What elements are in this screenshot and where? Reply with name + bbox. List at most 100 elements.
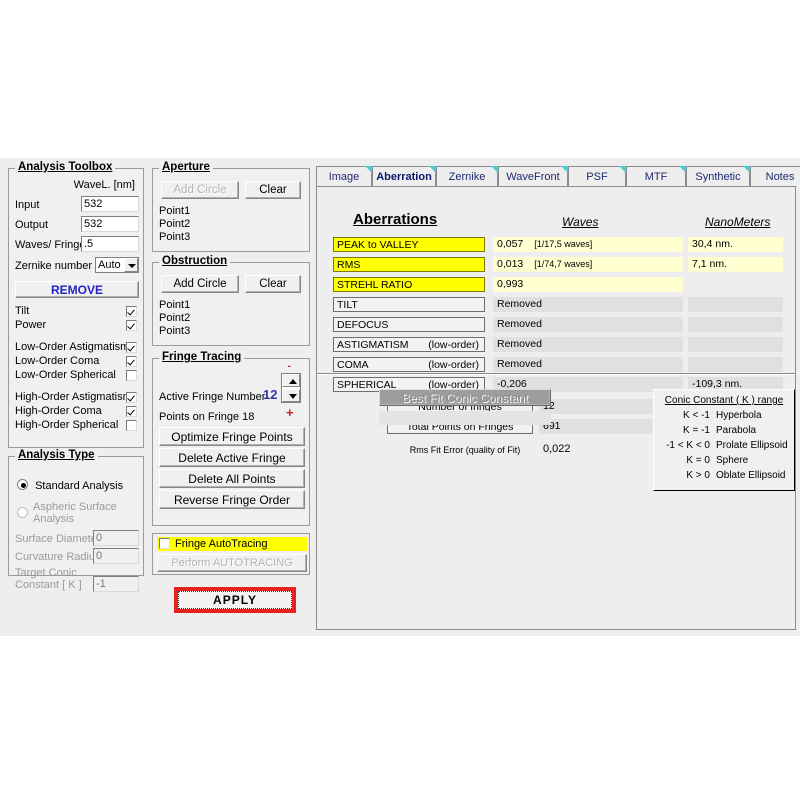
tab-synthetic[interactable]: Synthetic	[686, 166, 750, 187]
tab-marker-icon	[365, 166, 372, 173]
fringe-plus-marker[interactable]: +	[286, 405, 294, 420]
best-fit-conic-constant-button[interactable]: Best Fit Conic Constant	[379, 389, 551, 406]
triangle-up-icon	[289, 379, 297, 384]
tab-notes[interactable]: Notes	[750, 166, 800, 187]
aberrations-title: Aberrations	[353, 211, 437, 228]
aperture-point-item[interactable]: Point2	[159, 218, 190, 230]
tab-label: PSF	[586, 171, 607, 183]
reverse-fringe-order-button[interactable]: Reverse Fringe Order	[159, 490, 305, 509]
conic-k-range: -1 < K < 0	[654, 440, 716, 451]
analysis-type-legend: Analysis Type	[15, 449, 98, 461]
remove-button[interactable]: REMOVE	[15, 281, 139, 298]
tab-mtf[interactable]: MTF	[626, 166, 686, 187]
radio-icon[interactable]	[17, 507, 28, 518]
term-checkbox[interactable]	[126, 306, 137, 317]
chevron-down-icon[interactable]	[124, 258, 138, 272]
tab-psf[interactable]: PSF	[568, 166, 626, 187]
tab-label: Image	[329, 171, 360, 183]
waves-per-fringe-field[interactable]: .5	[81, 236, 139, 252]
apply-button[interactable]: APPLY	[178, 591, 292, 609]
term-label: Tilt	[15, 305, 29, 317]
row-nm-cell: 30,4 nm.	[688, 237, 783, 252]
curvature-radius-field[interactable]: 0	[93, 548, 139, 564]
term-row[interactable]: Tilt	[15, 305, 139, 319]
term-label: Low-Order Spherical	[15, 369, 116, 381]
row-nm-cell	[688, 337, 783, 352]
row-waves-value: Removed	[497, 338, 542, 350]
radio-aspheric-label-line2: Analysis	[33, 513, 74, 525]
tab-zernike[interactable]: Zernike	[436, 166, 498, 187]
table-row: PEAK to VALLEY 0,057 [1/17,5 waves] 30,4…	[333, 237, 785, 257]
term-checkbox[interactable]	[126, 342, 137, 353]
term-row[interactable]: Power	[15, 319, 139, 333]
term-checkbox[interactable]	[126, 406, 137, 417]
term-row[interactable]: High-Order Spherical	[15, 419, 139, 433]
aperture-add-circle-button[interactable]: Add Circle	[161, 181, 239, 199]
optimize-fringe-points-button[interactable]: Optimize Fringe Points	[159, 427, 305, 446]
term-row[interactable]: Low-Order Astigmatism	[15, 341, 139, 355]
tab-image[interactable]: Image	[316, 166, 372, 187]
row-waves-cell: 0,993	[493, 277, 683, 292]
conic-shape-name: Parabola	[716, 425, 756, 436]
term-checkbox[interactable]	[126, 420, 137, 431]
conic-shape-name: Hyperbola	[716, 410, 762, 421]
surface-diameter-field[interactable]: 0	[93, 530, 139, 546]
obstruction-point-item[interactable]: Point3	[159, 325, 190, 337]
aperture-clear-button[interactable]: Clear	[245, 181, 301, 199]
row-waves-value: 0,013	[497, 258, 523, 270]
rms-fit-error-label: Rms Fit Error (quality of Fit)	[395, 445, 535, 455]
radio-icon[interactable]	[17, 479, 28, 490]
delete-all-points-button[interactable]: Delete All Points	[159, 469, 305, 488]
term-row[interactable]: High-Order Coma	[15, 405, 139, 419]
term-label: Power	[15, 319, 46, 331]
triangle-down-icon	[289, 394, 297, 399]
radio-standard-analysis[interactable]: Standard Analysis	[17, 479, 123, 492]
application-window: Analysis Toolbox WaveL. [nm] Input 532 O…	[0, 158, 800, 636]
tab-label: Zernike	[449, 171, 486, 183]
term-row[interactable]: Low-Order Spherical	[15, 369, 139, 383]
obstruction-point-item[interactable]: Point1	[159, 299, 190, 311]
row-name: STREHL RATIO	[337, 279, 412, 291]
fringe-autotracing-row[interactable]: Fringe AutoTracing	[157, 537, 307, 551]
row-waves-cell: Removed	[493, 317, 683, 332]
analysis-toolbox-legend: Analysis Toolbox	[15, 161, 115, 173]
zernike-number-select[interactable]: Auto	[95, 257, 139, 273]
row-waves-cell: Removed	[493, 337, 683, 352]
radio-aspheric-label-line1: Aspheric Surface	[33, 501, 117, 513]
row-name-suffix: (low-order)	[428, 358, 479, 372]
input-field[interactable]: 532	[81, 196, 139, 212]
obstruction-point-item[interactable]: Point2	[159, 312, 190, 324]
term-row[interactable]: Low-Order Coma	[15, 355, 139, 369]
tab-wavefront[interactable]: WaveFront	[498, 166, 568, 187]
analysis-type-group: Analysis Type Standard Analysis Aspheric…	[8, 456, 144, 576]
aperture-point-item[interactable]: Point1	[159, 205, 190, 217]
term-checkbox[interactable]	[126, 392, 137, 403]
fringe-number-stepper[interactable]	[281, 373, 301, 403]
conic-shape-name: Prolate Ellipsoid	[716, 440, 788, 451]
row-name: TILT	[337, 299, 358, 311]
aperture-point-item[interactable]: Point3	[159, 231, 190, 243]
term-checkbox[interactable]	[126, 370, 137, 381]
stepper-up-button[interactable]	[282, 374, 300, 387]
fringe-autotracing-checkbox[interactable]	[159, 538, 170, 549]
term-row[interactable]: High-Order Astigmatism	[15, 391, 139, 405]
obstruction-add-circle-button[interactable]: Add Circle	[161, 275, 239, 293]
obstruction-clear-button[interactable]: Clear	[245, 275, 301, 293]
tab-aberration[interactable]: Aberration	[372, 166, 436, 187]
conic-k-range: K > 0	[654, 470, 716, 481]
target-conic-field[interactable]: -1	[93, 576, 139, 592]
output-field[interactable]: 532	[81, 216, 139, 232]
delete-active-fringe-button[interactable]: Delete Active Fringe	[159, 448, 305, 467]
analysis-toolbox-group: Analysis Toolbox WaveL. [nm] Input 532 O…	[8, 168, 144, 448]
stepper-down-button[interactable]	[282, 389, 300, 402]
fringe-minus-marker[interactable]: -	[288, 361, 291, 372]
term-checkbox[interactable]	[126, 356, 137, 367]
row-waves-note: [1/74,7 waves]	[534, 259, 592, 269]
term-checkbox[interactable]	[126, 320, 137, 331]
tab-marker-icon	[561, 166, 568, 173]
tab-marker-icon	[491, 166, 498, 173]
active-fringe-number-value: 12	[263, 387, 277, 402]
fringe-tracing-group: Fringe Tracing - Active Fringe Number 12…	[152, 358, 310, 526]
perform-autotracing-button[interactable]: Perform AUTOTRACING	[157, 554, 307, 572]
row-name: RMS	[337, 259, 360, 271]
